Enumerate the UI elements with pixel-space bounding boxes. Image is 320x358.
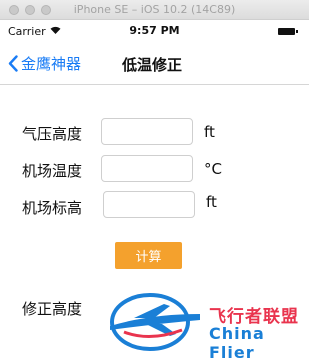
status-time: 9:57 PM: [129, 24, 180, 37]
airport-temperature-label: 机场温度: [22, 162, 83, 180]
back-button-label: 金鹰神器: [21, 55, 82, 73]
navigation-bar: 金鹰神器 低温修正: [0, 40, 309, 85]
airport-elevation-unit: ft: [206, 193, 217, 211]
pressure-altitude-input[interactable]: [101, 118, 193, 145]
airplane-logo-icon: [110, 293, 200, 351]
watermark-english-text: China Flier: [209, 324, 265, 358]
pressure-altitude-unit: ft: [204, 123, 215, 141]
page-title: 低温修正: [122, 56, 183, 74]
chevron-left-icon: [8, 55, 18, 72]
calculate-button[interactable]: 计算: [115, 242, 182, 269]
simulator-title-bar: iPhone SE – iOS 10.2 (14C89): [0, 0, 309, 20]
back-button[interactable]: 金鹰神器: [8, 53, 81, 74]
corrected-altitude-label: 修正高度: [22, 300, 83, 318]
pressure-altitude-label: 气压高度: [22, 125, 83, 143]
airport-temperature-unit: °C: [204, 160, 222, 178]
airport-elevation-input[interactable]: [103, 191, 195, 218]
status-bar: Carrier 9:57 PM: [0, 20, 309, 40]
airport-elevation-label: 机场标高: [22, 199, 83, 217]
simulator-title: iPhone SE – iOS 10.2 (14C89): [73, 3, 236, 16]
airport-temperature-input[interactable]: [101, 155, 193, 182]
battery-tip-icon: [296, 30, 298, 33]
watermark-logo: 飞行者联盟 China Flier: [104, 284, 309, 358]
battery-icon: [278, 28, 295, 35]
simulator-window: iPhone SE – iOS 10.2 (14C89) Carrier 9:5…: [0, 0, 309, 358]
